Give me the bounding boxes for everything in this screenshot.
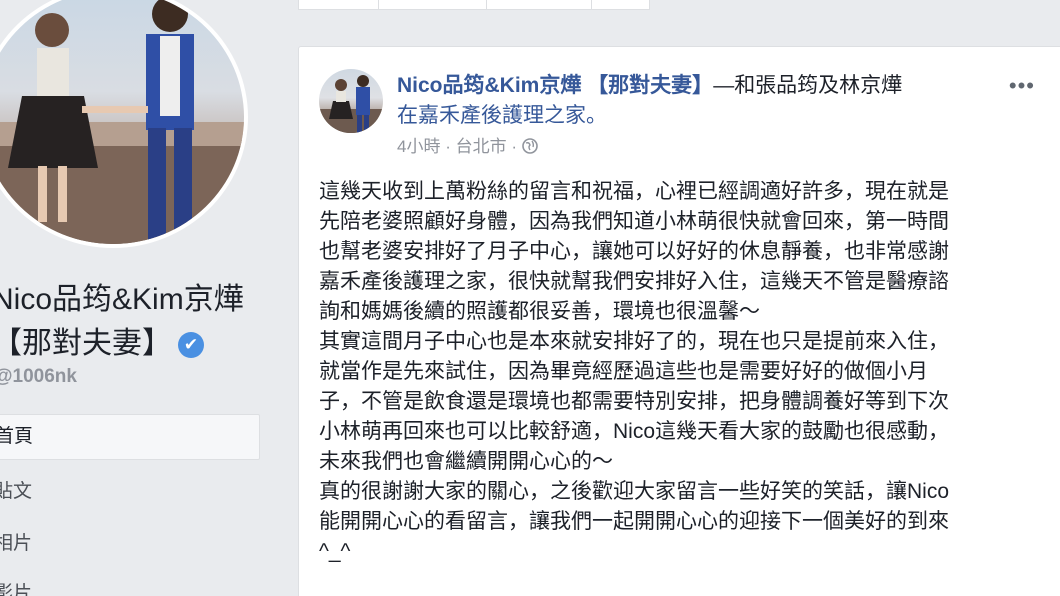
post-body-line: 子，不管是飲食還是環境也都需要特別安排，把身體調養好等到下次 — [319, 390, 949, 413]
toolbar-button-1[interactable] — [299, 0, 380, 9]
avatar-illustration — [319, 75, 383, 133]
post-body-line: 其實這間月子中心也是本來就安排好了的，現在也只是提前來入住， — [319, 330, 949, 353]
meta-separator: · — [445, 137, 451, 156]
more-options-button[interactable]: ••• — [1009, 73, 1035, 99]
toolbar-button-3[interactable] — [487, 0, 592, 9]
profile-photo-illustration — [0, 0, 244, 244]
verified-badge-icon: ✔ — [178, 332, 204, 358]
post-body-line: 這幾天收到上萬粉絲的留言和祝福，心裡已經調適好許多，現在就是 — [319, 180, 949, 203]
post-body-line: 能開開心心的看留言，讓我們一起開開心心的迎接下一個美好的到來 — [319, 510, 949, 533]
post-body-line: 未來我們也會繼續開開心心的～ — [319, 450, 613, 473]
sidebar-item-photos[interactable]: 相片 — [0, 532, 254, 556]
post-body-line: ^_^ — [319, 540, 351, 563]
post-card: Nico品筠&Kim京燁 【那對夫妻】—和張品筠及林京燁 在嘉禾產後護理之家。 … — [298, 46, 1060, 596]
post-body-line: 也幫老婆安排好了月子中心，讓她可以好好的休息靜養，也非常感謝 — [319, 240, 949, 263]
post-body-line: 詢和媽媽後續的照護都很妥善，環境也很溫馨～ — [319, 300, 760, 323]
post-place[interactable]: 台北市 — [456, 137, 507, 156]
post-body-line: 嘉禾產後護理之家，很快就幫我們安排好入住，這幾天不管是醫療諮 — [319, 270, 949, 293]
post-body-line: 真的很謝謝大家的關心，之後歡迎大家留言一些好笑的笑話，讓Nico — [319, 480, 950, 503]
post-header: Nico品筠&Kim京燁 【那對夫妻】—和張品筠及林京燁 在嘉禾產後護理之家。 … — [397, 71, 1007, 159]
tagged-people[interactable]: 張品筠及林京燁 — [755, 74, 902, 97]
post-meta: 4小時 · 台北市 · — [397, 135, 1007, 159]
location-prefix: 在 — [397, 104, 418, 127]
post-body-line: 小林萌再回來也可以比較舒適，Nico這幾天看大家的鼓勵也很感動， — [319, 420, 950, 443]
page-username[interactable]: @1006nk — [0, 366, 77, 388]
toolbar-button-2[interactable] — [379, 0, 488, 9]
sidebar-item-home[interactable]: 首頁 — [0, 414, 260, 460]
profile-photo[interactable] — [0, 0, 248, 248]
sidebar-item-posts[interactable]: 貼文 — [0, 480, 254, 504]
post-author-name[interactable]: Nico品筠&Kim京燁 【那對夫妻】 — [397, 74, 713, 97]
facebook-page: Nico品筠&Kim京燁 【那對夫妻】 ✔ @1006nk 首頁 貼文 相片 影片 — [0, 0, 1060, 596]
location-suffix: 。 — [586, 104, 607, 127]
sidebar-item-videos[interactable]: 影片 — [0, 582, 254, 596]
page-name-line2: 【那對夫妻】 — [0, 327, 172, 360]
globe-icon[interactable] — [521, 137, 538, 154]
post-body-line: 就當作是先來試住，因為畢竟經歷過這些也是需要好好的做個小月 — [319, 360, 928, 383]
toolbar-button-4[interactable] — [592, 0, 650, 9]
left-column: Nico品筠&Kim京燁 【那對夫妻】 ✔ @1006nk 首頁 貼文 相片 影片 — [0, 0, 278, 596]
page-name[interactable]: Nico品筠&Kim京燁 【那對夫妻】 ✔ — [0, 278, 282, 366]
post-time[interactable]: 4小時 — [397, 137, 440, 156]
post-body: 這幾天收到上萬粉絲的留言和祝福，心裡已經調適好許多，現在就是 先陪老婆照顧好身體… — [319, 177, 1039, 567]
page-name-line1: Nico品筠&Kim京燁 — [0, 283, 244, 316]
meta-separator: · — [511, 137, 518, 156]
with-separator: —和 — [713, 74, 756, 97]
location-link[interactable]: 嘉禾產後護理之家 — [418, 104, 586, 127]
post-body-line: 先陪老婆照顧好身體，因為我們知道小林萌很快就會回來，第一時間 — [319, 210, 949, 233]
post-author-avatar[interactable] — [319, 69, 383, 133]
action-toolbar — [298, 0, 650, 10]
